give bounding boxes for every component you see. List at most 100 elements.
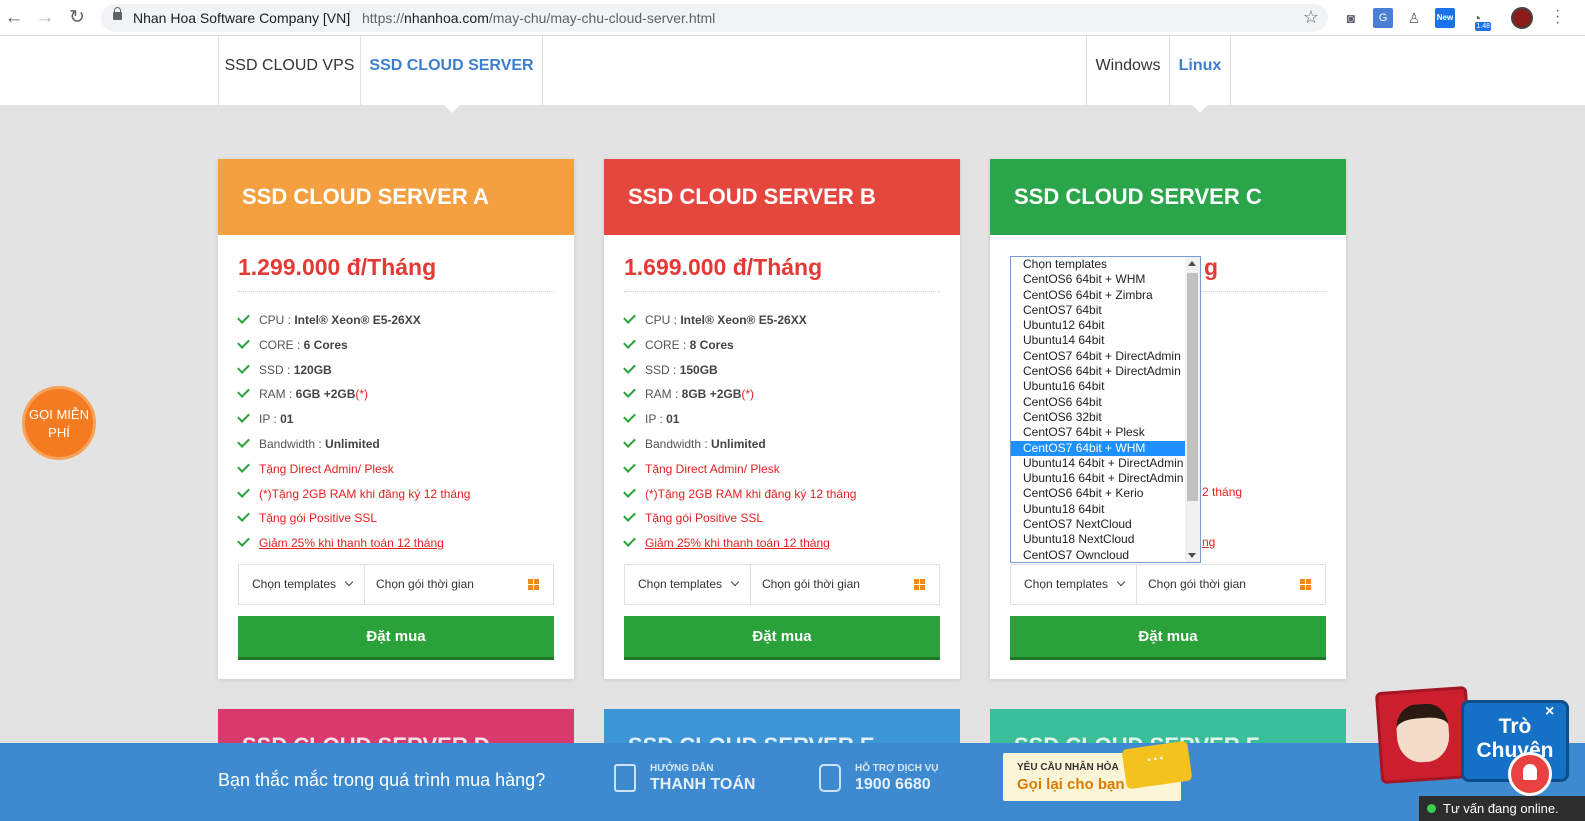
support-agent-avatar[interactable] — [1374, 685, 1474, 785]
feature-ram: RAM : 6GB +2GB(*) — [237, 384, 470, 409]
plan-title: SSD CLOUD SERVER A — [218, 159, 574, 235]
feature-cpu: CPU : Intel® Xeon® E5-26XX — [623, 310, 856, 335]
forward-arrow-icon[interactable]: → — [34, 7, 56, 29]
feature-ram: RAM : 8GB +2GB(*) — [623, 384, 856, 409]
option-selectors: Chọn templates Chọn gói thời gian — [238, 564, 554, 605]
check-icon — [623, 410, 636, 424]
template-option[interactable]: Ubuntu16 64bit + DirectAdmin — [1011, 471, 1185, 486]
template-options: Chọn templates CentOS6 64bit + WHM CentOS6… — [1011, 257, 1185, 562]
online-status-bar[interactable]: Tư vấn đang online. — [1419, 796, 1585, 821]
plan-title: SSD CLOUD SERVER C — [990, 159, 1346, 235]
feature-list: CPU : Intel® Xeon® E5-26XX CORE : 6 Core… — [237, 310, 470, 558]
template-option[interactable]: CentOS7 Owncloud — [1011, 548, 1185, 562]
scroll-thumb[interactable] — [1187, 273, 1198, 501]
profile-avatar[interactable] — [1511, 7, 1533, 29]
template-option[interactable]: CentOS6 32bit — [1011, 410, 1185, 425]
template-select[interactable]: Chọn templates — [1011, 565, 1137, 604]
free-call-button[interactable]: GỌI MIỄN PHÍ — [22, 386, 96, 460]
period-select[interactable]: Chọn gói thời gian — [365, 565, 553, 604]
promo-ssl: Tặng gói Positive SSL — [237, 508, 470, 533]
check-icon — [237, 410, 250, 424]
feature-core: CORE : 6 Cores — [237, 335, 470, 360]
promo-discount: Giảm 25% khi thanh toán 12 tháng — [237, 533, 470, 558]
template-option[interactable]: CentOS7 64bit + Plesk — [1011, 425, 1185, 440]
tab-linux[interactable]: Linux — [1169, 36, 1231, 113]
buy-button[interactable]: Đặt mua — [238, 616, 554, 660]
promo-discount-link[interactable]: Giảm 25% khi thanh toán 12 tháng — [645, 536, 830, 550]
new-extension-icon[interactable]: New — [1435, 8, 1455, 28]
template-option[interactable]: Ubuntu18 64bit — [1011, 502, 1185, 517]
new-badge: New — [1436, 13, 1454, 22]
template-option[interactable]: CentOS6 64bit + Kerio — [1011, 486, 1185, 501]
period-select[interactable]: Chọn gói thời gian — [751, 565, 939, 604]
buy-button[interactable]: Đặt mua — [624, 616, 940, 660]
template-option[interactable]: Ubuntu14 64bit + DirectAdmin — [1011, 456, 1185, 471]
template-option[interactable]: Ubuntu16 64bit — [1011, 379, 1185, 394]
notification-bell-icon[interactable] — [1508, 752, 1552, 796]
template-dropdown-list[interactable]: Chọn templates CentOS6 64bit + WHM CentOS6… — [1010, 256, 1201, 563]
url-text[interactable]: https://nhanhoa.com/may-chu/may-chu-clou… — [362, 10, 715, 26]
address-bar[interactable]: Nhan Hoa Software Company [VN] https://n… — [101, 4, 1328, 32]
promo-ram: (*)Tặng 2GB RAM khi đăng ký 12 tháng — [237, 484, 470, 509]
support-footer-bar: Bạn thắc mắc trong quá trình mua hàng? H… — [0, 743, 1585, 821]
template-select[interactable]: Chọn templates — [625, 565, 751, 604]
template-option[interactable]: CentOS6 64bit + DirectAdmin — [1011, 364, 1185, 379]
footer-question: Bạn thắc mắc trong quá trình mua hàng? — [218, 770, 546, 790]
check-icon — [237, 484, 250, 498]
template-option[interactable]: Ubuntu12 64bit — [1011, 318, 1185, 333]
tab-ssd-cloud-vps[interactable]: SSD CLOUD VPS — [218, 36, 361, 105]
phone-icon — [819, 764, 841, 792]
site-identity: Nhan Hoa Software Company [VN] — [133, 10, 351, 26]
plan-price: 1.699.000 đ/Tháng — [624, 254, 823, 280]
translate-icon[interactable]: G — [1373, 8, 1393, 28]
template-select[interactable]: Chọn templates — [239, 565, 365, 604]
camera-icon[interactable]: ◙ — [1341, 8, 1361, 28]
online-dot-icon — [1427, 804, 1436, 813]
speed-extension-icon[interactable]: ◔ 1.48 — [1467, 8, 1491, 31]
chevron-down-icon — [344, 577, 354, 587]
plan-card-b: SSD CLOUD SERVER B 1.699.000 đ/Tháng CPU… — [604, 159, 960, 679]
check-icon — [237, 335, 250, 349]
check-icon — [623, 435, 636, 448]
url-scheme: https:// — [362, 10, 405, 26]
template-option[interactable]: CentOS6 64bit + WHM — [1011, 272, 1185, 287]
promo-ram-partial: 2 tháng — [1202, 485, 1243, 499]
check-icon — [623, 534, 636, 548]
dropdown-scrollbar[interactable] — [1185, 257, 1200, 562]
template-option[interactable]: Chọn templates — [1011, 257, 1185, 272]
template-option[interactable]: CentOS7 NextCloud — [1011, 517, 1185, 532]
scroll-down-icon[interactable] — [1188, 553, 1196, 558]
feature-ip: IP : 01 — [237, 409, 470, 434]
template-option[interactable]: CentOS7 64bit — [1011, 303, 1185, 318]
bookmark-star-icon[interactable]: ☆ — [1303, 7, 1319, 28]
template-option[interactable]: Ubuntu14 64bit — [1011, 333, 1185, 348]
promo-discount: Giảm 25% khi thanh toán 12 tháng — [623, 533, 856, 558]
template-option[interactable]: CentOS6 64bit — [1011, 395, 1185, 410]
tab-windows[interactable]: Windows — [1086, 36, 1170, 105]
browser-menu-icon[interactable]: · · · — [1555, 3, 1560, 31]
extension-icon[interactable]: ♙ — [1404, 8, 1424, 28]
promo-direct-admin: Tặng Direct Admin/ Plesk — [237, 459, 470, 484]
reload-icon[interactable]: ↻ — [66, 7, 88, 29]
back-arrow-icon[interactable]: ← — [3, 7, 25, 29]
promo-discount-partial[interactable]: ng — [1202, 535, 1215, 549]
url-host: nhanhoa.com — [404, 10, 489, 26]
divider — [624, 291, 940, 292]
template-option[interactable]: Ubuntu18 NextCloud — [1011, 532, 1185, 547]
check-icon — [623, 509, 636, 523]
check-icon — [623, 311, 636, 324]
check-icon — [623, 360, 636, 374]
grid-icon — [528, 579, 539, 590]
template-option[interactable]: CentOS7 64bit + WHM — [1011, 440, 1185, 456]
scroll-up-icon[interactable] — [1188, 261, 1196, 266]
template-option[interactable]: CentOS6 64bit + Zimbra — [1011, 288, 1185, 303]
check-icon — [623, 385, 636, 399]
close-icon[interactable]: × — [1545, 703, 1554, 721]
check-icon — [623, 459, 636, 473]
template-option[interactable]: CentOS7 64bit + DirectAdmin — [1011, 349, 1185, 364]
period-select[interactable]: Chọn gói thời gian — [1137, 565, 1325, 604]
promo-discount-link[interactable]: Giảm 25% khi thanh toán 12 tháng — [259, 536, 444, 550]
tab-ssd-cloud-server[interactable]: SSD CLOUD SERVER — [360, 36, 543, 113]
url-separator — [349, 10, 350, 26]
buy-button[interactable]: Đặt mua — [1010, 616, 1326, 660]
